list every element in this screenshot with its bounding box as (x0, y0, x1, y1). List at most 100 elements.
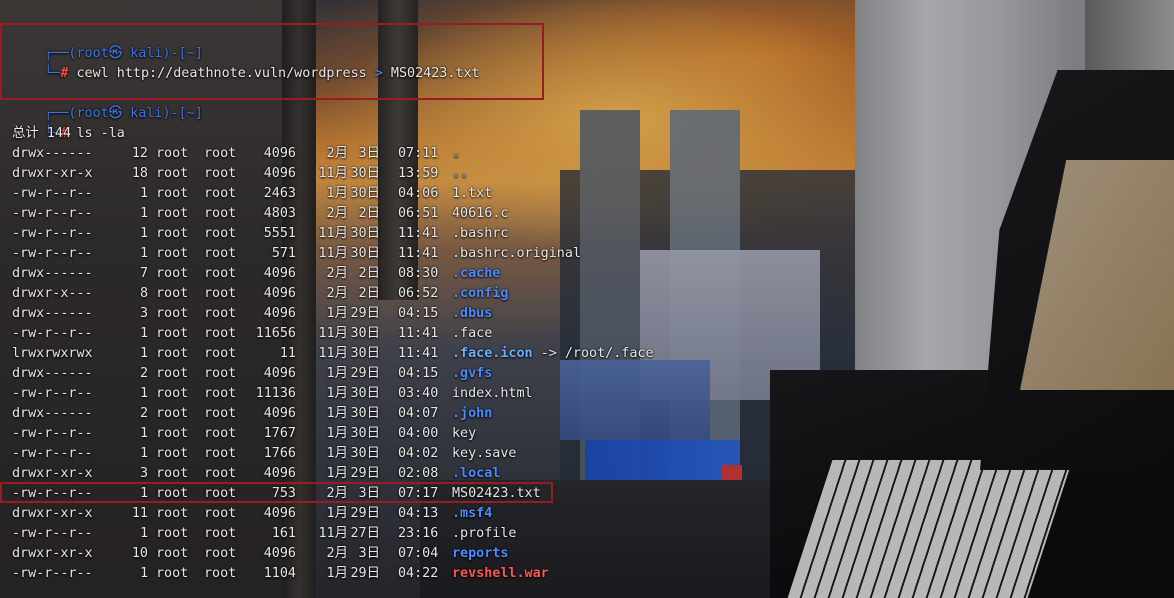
group: root (204, 566, 237, 581)
permissions: lrwxrwxrwx (12, 346, 93, 361)
owner: root (156, 406, 189, 421)
file-size: 4096 (263, 506, 296, 521)
listing-row: drwx------ 3 root root 4096 1月 29日 04:15 .dbus (12, 304, 492, 324)
group: root (204, 226, 237, 241)
file-name: .profile (452, 526, 517, 541)
group: root (204, 406, 237, 421)
day: 29日 (350, 466, 380, 481)
owner: root (156, 506, 189, 521)
permissions: -rw-r--r-- (12, 326, 93, 341)
listing-row: -rw-r--r-- 1 root root 1104 1月 29日 04:22 revshel… (12, 564, 549, 584)
time: 23:16 (398, 526, 439, 541)
permissions: -rw-r--r-- (12, 526, 93, 541)
month: 2月 (326, 286, 348, 301)
file-size: 4096 (263, 406, 296, 421)
listing-row: drwx------ 7 root root 4096 2月 2日 08:30 .cache (12, 264, 500, 284)
time: 11:41 (398, 226, 439, 241)
file-size: 11 (279, 346, 296, 361)
listing-row: -rw-r--r-- 1 root root 161 11月 27日 23:16 .profil… (12, 524, 517, 544)
month: 2月 (326, 206, 348, 221)
file-size: 4096 (263, 466, 296, 481)
time: 04:07 (398, 406, 439, 421)
day: 3日 (358, 146, 380, 161)
permissions: drwx------ (12, 406, 93, 421)
terminal-output[interactable]: ┌──(root㉿ kali)-[~] └─# cewl http://deat… (0, 0, 1174, 598)
permissions: -rw-r--r-- (12, 226, 93, 241)
time: 11:41 (398, 346, 439, 361)
group: root (204, 246, 237, 261)
month: 2月 (326, 266, 348, 281)
group: root (204, 186, 237, 201)
time: 07:04 (398, 546, 439, 561)
link-arrow: -> (532, 346, 565, 361)
day: 30日 (350, 386, 380, 401)
file-name: revshell.war (452, 566, 549, 581)
file-size: 4096 (263, 286, 296, 301)
listing-row: -rw-r--r-- 1 root root 2463 1月 30日 04:06 1.txt (12, 184, 492, 204)
group: root (204, 326, 237, 341)
owner: root (156, 186, 189, 201)
file-name: .gvfs (452, 366, 493, 381)
highlight-box-file (0, 482, 553, 503)
file-name: reports (452, 546, 509, 561)
group: root (204, 206, 237, 221)
owner: root (156, 526, 189, 541)
time: 11:41 (398, 246, 439, 261)
file-size: 1767 (263, 426, 296, 441)
file-size: 5551 (263, 226, 296, 241)
link-count: 1 (139, 326, 148, 341)
permissions: drwx------ (12, 266, 93, 281)
file-name: . (452, 146, 461, 161)
listing-row: drwx------ 12 root root 4096 2月 3日 07:11. (12, 144, 460, 164)
link-count: 1 (139, 246, 148, 261)
owner: root (156, 266, 189, 281)
file-name: key.save (452, 446, 517, 461)
file-name: .face (452, 326, 493, 341)
file-name: .config (452, 286, 509, 301)
link-count: 1 (139, 526, 148, 541)
month: 1月 (326, 566, 348, 581)
group: root (204, 286, 237, 301)
group: root (204, 266, 237, 281)
permissions: drwxr-xr-x (12, 506, 93, 521)
day: 30日 (350, 406, 380, 421)
month: 1月 (326, 506, 348, 521)
day: 2日 (358, 286, 380, 301)
day: 30日 (350, 426, 380, 441)
time: 06:51 (398, 206, 439, 221)
group: root (204, 166, 237, 181)
permissions: drwxr-xr-x (12, 166, 93, 181)
permissions: -rw-r--r-- (12, 446, 93, 461)
file-size: 4096 (263, 266, 296, 281)
day: 30日 (350, 246, 380, 261)
month: 11月 (318, 226, 348, 241)
listing-row: lrwxrwxrwx 1 root root 11 11月 30日 11:41 .face.ic… (12, 344, 654, 364)
month: 1月 (326, 406, 348, 421)
command-line: └─# ls -la (12, 104, 125, 141)
owner: root (156, 226, 189, 241)
time: 04:15 (398, 306, 439, 321)
permissions: drwx------ (12, 366, 93, 381)
owner: root (156, 566, 189, 581)
file-name: .local (452, 466, 501, 481)
owner: root (156, 306, 189, 321)
month: 1月 (326, 186, 348, 201)
owner: root (156, 426, 189, 441)
time: 04:13 (398, 506, 439, 521)
group: root (204, 346, 237, 361)
group: root (204, 526, 237, 541)
permissions: -rw-r--r-- (12, 386, 93, 401)
time: 04:15 (398, 366, 439, 381)
file-size: 4096 (263, 306, 296, 321)
link-count: 1 (139, 566, 148, 581)
day: 2日 (358, 206, 380, 221)
day: 30日 (350, 166, 380, 181)
group: root (204, 306, 237, 321)
group: root (204, 546, 237, 561)
group: root (204, 466, 237, 481)
day: 30日 (350, 186, 380, 201)
listing-row: -rw-r--r-- 1 root root 5551 11月 30日 11:41 .bashr… (12, 224, 508, 244)
total-line: 总计 144 (12, 126, 72, 141)
link-target: /root/.face (564, 346, 654, 361)
time: 04:06 (398, 186, 439, 201)
